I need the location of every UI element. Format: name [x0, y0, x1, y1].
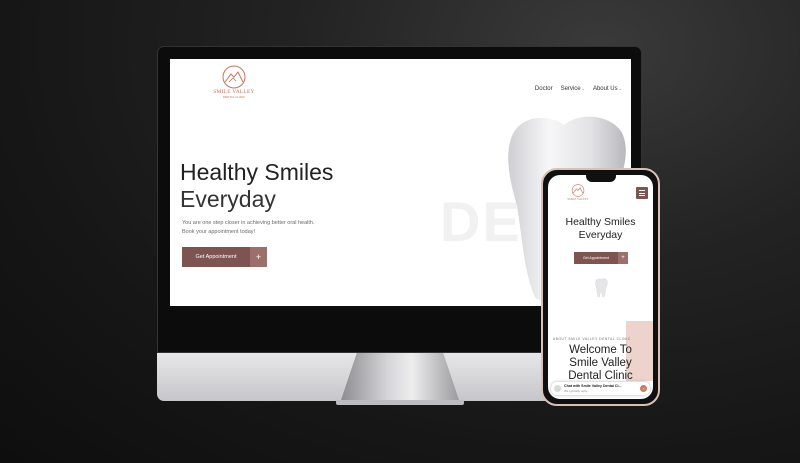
hero-title-line-1: Healthy Smiles	[180, 159, 334, 185]
tooth-3d-image	[595, 278, 608, 298]
menu-icon-line	[639, 195, 645, 196]
hero-description-line-2: Book your appointment today!	[182, 229, 256, 235]
chat-title: Chat with Smile Valley Dental Cl...	[564, 384, 622, 388]
nav-item-about-us[interactable]: About Us⌄	[593, 86, 622, 92]
iphone-mockup: SMILE VALLEY Healthy Smiles Everyday Get…	[541, 168, 660, 406]
about-section-label: ABOUT SMILE VALLEY DENTAL CLINIC	[553, 337, 631, 341]
mobile-logo-name: SMILE VALLEY	[567, 197, 589, 201]
menu-icon-line	[639, 192, 645, 194]
menu-icon-line	[639, 190, 645, 191]
imac-stand-base	[336, 400, 464, 405]
main-nav: Doctor Service⌄ About Us⌄	[535, 86, 622, 92]
site-logo[interactable]: SMILE VALLEY DENTAL CLINIC	[204, 65, 264, 99]
mobile-hero-title-line-2: Everyday	[578, 229, 623, 241]
mobile-get-appointment-label: Get Appointment	[574, 252, 618, 264]
hamburger-menu-button[interactable]	[636, 187, 648, 199]
mobile-site-logo[interactable]: SMILE VALLEY	[566, 184, 590, 201]
close-icon[interactable]: ×	[640, 385, 647, 392]
phone-notch	[586, 175, 616, 182]
logo-tagline: DENTAL CLINIC	[222, 95, 246, 99]
hero-title-line-2: Everyday	[180, 186, 276, 212]
welcome-heading-line-1: Welcome To	[569, 344, 632, 356]
hero-description-line-1: You are one step closer in achieving bet…	[182, 220, 315, 226]
mobile-website-screen: SMILE VALLEY Healthy Smiles Everyday Get…	[548, 175, 653, 399]
mountain-logo-icon	[222, 65, 246, 89]
mountain-logo-icon	[571, 184, 585, 197]
mobile-get-appointment-button[interactable]: Get Appointment +	[574, 252, 628, 264]
chat-avatar	[554, 385, 561, 392]
mobile-hero-title-line-1: Healthy Smiles	[565, 216, 636, 228]
chevron-down-icon: ⌄	[618, 86, 622, 91]
chevron-down-icon: ⌄	[581, 86, 585, 91]
plus-icon: +	[250, 247, 267, 267]
plus-icon: +	[618, 252, 628, 264]
welcome-heading-line-2: Smile Valley	[569, 357, 632, 369]
get-appointment-button[interactable]: Get Appointment +	[182, 247, 267, 267]
chat-subtitle: We typically reply...	[564, 389, 590, 393]
chat-widget-bar[interactable]: Chat with Smile Valley Dental Cl... We t…	[551, 382, 650, 395]
nav-item-service[interactable]: Service⌄	[561, 86, 585, 92]
get-appointment-label: Get Appointment	[182, 247, 250, 267]
nav-item-doctor[interactable]: Doctor	[535, 86, 553, 92]
welcome-heading-line-3: Dental Clinic	[568, 370, 633, 382]
imac-stand	[340, 353, 460, 403]
